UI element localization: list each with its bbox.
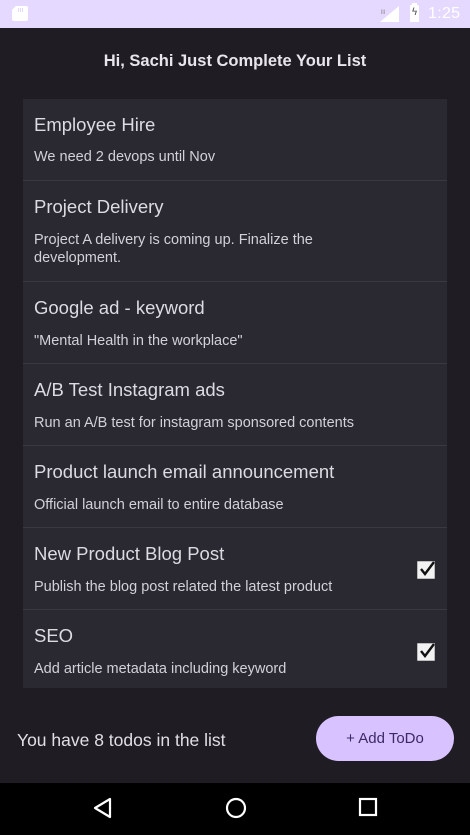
todo-item[interactable]: Product launch email announcement Offici…	[23, 446, 447, 528]
status-bar: lll ϟ 1:25	[0, 0, 470, 28]
todo-description: Run an A/B test for instagram sponsored …	[34, 415, 354, 431]
todo-title: SEO	[34, 625, 74, 646]
todo-item[interactable]: SEO Add article metadata including keywo…	[23, 610, 447, 688]
todo-item[interactable]: Google ad - keyword "Mental Health in th…	[23, 282, 447, 364]
todo-title: Project Delivery	[34, 196, 164, 217]
todo-description: "Mental Health in the workplace"	[34, 333, 243, 349]
navigation-bar	[0, 783, 470, 835]
todo-list: Employee Hire We need 2 devops until Nov…	[23, 99, 447, 688]
todo-title: Employee Hire	[34, 114, 156, 135]
back-icon[interactable]	[93, 797, 113, 819]
todo-description: Official launch email to entire database	[34, 497, 284, 513]
todo-title: Product launch email announcement	[34, 461, 335, 482]
svg-text:lll: lll	[381, 10, 385, 16]
checkmark-icon	[420, 643, 435, 658]
signal-icon: lll	[380, 6, 399, 22]
todo-checkbox[interactable]	[417, 643, 435, 661]
todo-item[interactable]: New Product Blog Post Publish the blog p…	[23, 528, 447, 610]
todo-description: Publish the blog post related the latest…	[34, 579, 333, 595]
battery-icon: ϟ	[410, 3, 419, 22]
todo-count-text: You have 8 todos in the list	[17, 730, 226, 750]
recents-icon[interactable]	[358, 797, 378, 817]
todo-description: Add article metadata including keyword	[34, 661, 287, 677]
todo-description: We need 2 devops until Nov	[34, 149, 216, 165]
add-todo-button[interactable]: + Add ToDo	[316, 716, 454, 761]
home-icon[interactable]	[225, 797, 247, 819]
todo-item[interactable]: Project Delivery Project A delivery is c…	[23, 181, 447, 282]
todo-checkbox[interactable]	[417, 561, 435, 579]
todo-title: New Product Blog Post	[34, 543, 225, 564]
checkmark-icon	[420, 561, 435, 576]
todo-description: Project A delivery is coming up. Finaliz…	[34, 232, 313, 266]
sd-card-icon	[12, 6, 28, 21]
todo-title: Google ad - keyword	[34, 297, 205, 318]
todo-title: A/B Test Instagram ads	[34, 379, 225, 400]
todo-item[interactable]: Employee Hire We need 2 devops until Nov	[23, 99, 447, 181]
todo-item[interactable]: A/B Test Instagram ads Run an A/B test f…	[23, 364, 447, 446]
page-title: Hi, Sachi Just Complete Your List	[103, 52, 367, 70]
status-time: 1:25	[428, 5, 461, 22]
